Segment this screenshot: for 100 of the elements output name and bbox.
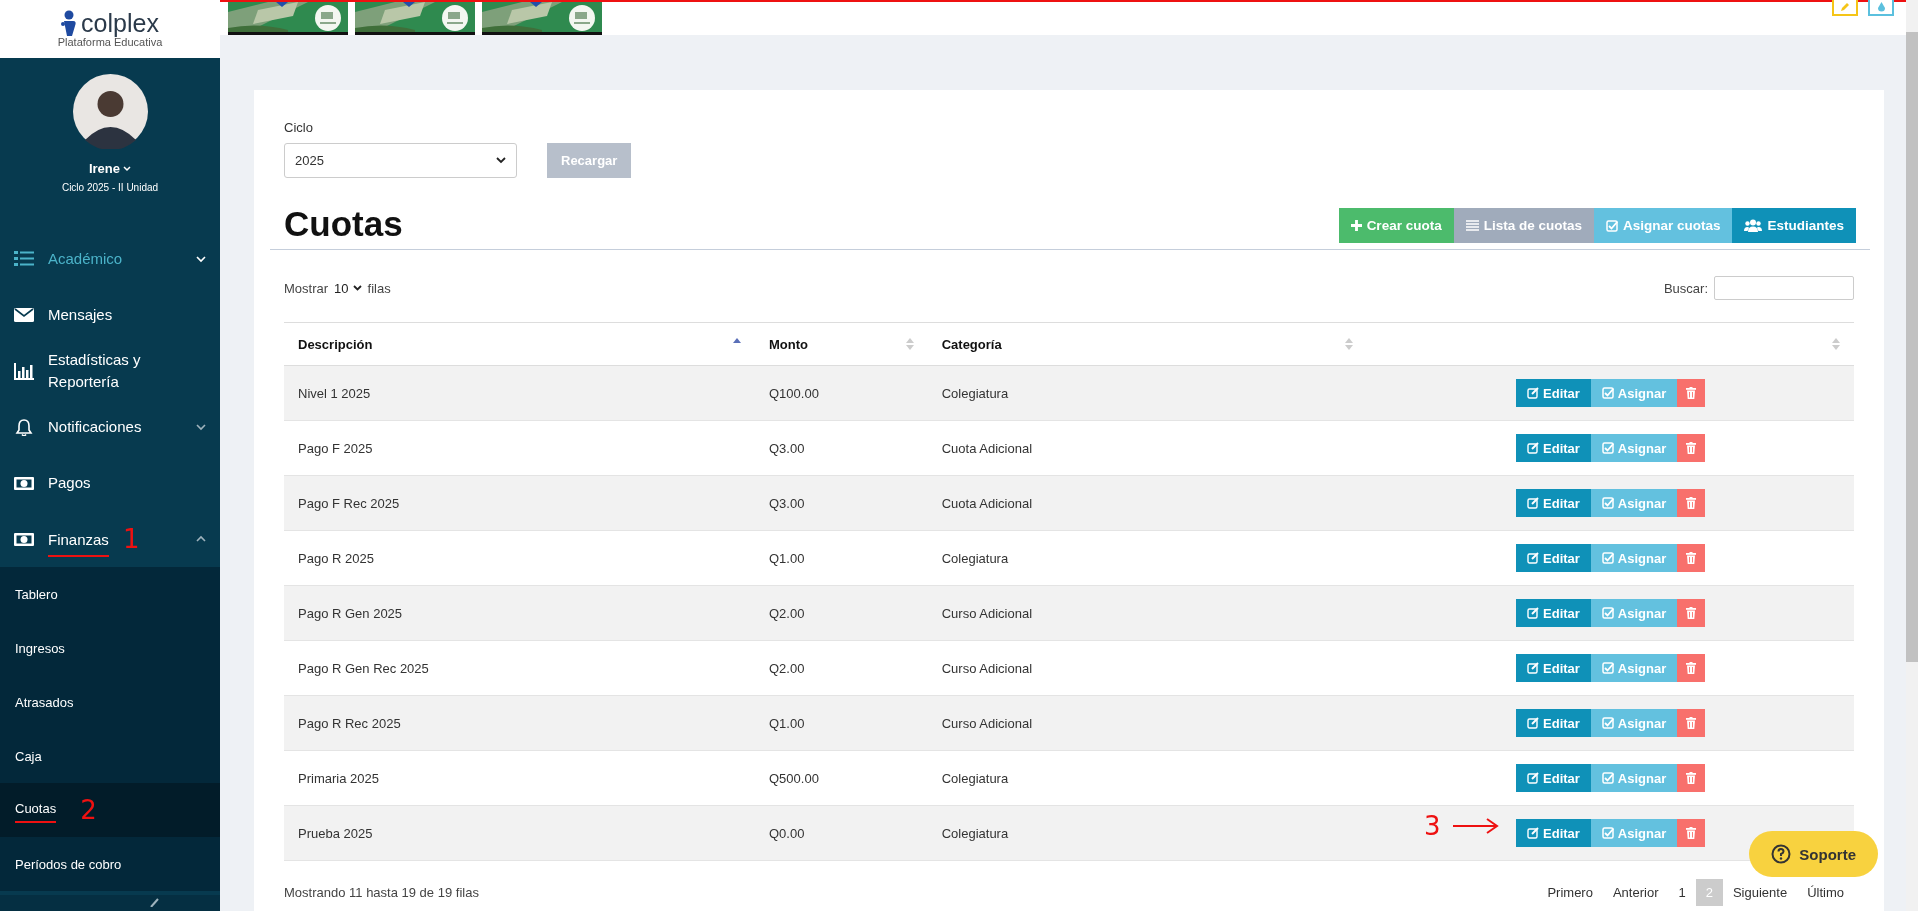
column-header[interactable]: Monto xyxy=(769,336,808,352)
edit-button[interactable]: Editar xyxy=(1516,654,1591,682)
submenu-item[interactable]: Atrasados xyxy=(0,675,220,729)
table-cell: Pago R 2025 xyxy=(298,550,374,566)
pencil-button[interactable] xyxy=(1832,0,1858,16)
cycle-label: Ciclo 2025 - II Unidad xyxy=(61,182,159,193)
page-size-select[interactable]: 10 xyxy=(334,280,362,296)
banknote-icon xyxy=(14,530,34,548)
table-cell: Q1.00 xyxy=(769,550,805,566)
delete-button[interactable] xyxy=(1677,434,1706,462)
page-link[interactable]: Primero xyxy=(1537,879,1603,906)
submenu-item[interactable]: Ingresos xyxy=(0,621,220,675)
checkbox-icon xyxy=(1601,827,1614,839)
bar-chart-icon xyxy=(14,362,34,380)
delete-button[interactable] xyxy=(1677,489,1706,517)
cycle-select[interactable]: 2025 xyxy=(284,143,517,178)
column-header[interactable]: Descripción xyxy=(298,336,373,352)
table-cell: Curso Adicional xyxy=(941,715,1032,731)
table-cell: Cuota Adicional xyxy=(941,495,1033,511)
action-button[interactable]: Estudiantes xyxy=(1732,208,1856,243)
edit-button[interactable]: Editar xyxy=(1516,599,1591,627)
sidebar-item[interactable]: Pagos xyxy=(0,455,220,511)
caret-up-icon[interactable] xyxy=(196,535,206,543)
page-link[interactable]: Siguiente xyxy=(1722,879,1798,906)
table-cell: Colegiatura xyxy=(941,550,1009,566)
support-button[interactable]: Soporte xyxy=(1749,831,1878,877)
table-cell: Curso Adicional xyxy=(941,605,1032,621)
delete-button[interactable] xyxy=(1677,599,1706,627)
trash-icon xyxy=(1686,607,1697,619)
logo-icon xyxy=(61,10,78,36)
delete-button[interactable] xyxy=(1677,819,1706,847)
sidebar-item[interactable]: Notificaciones xyxy=(0,399,220,455)
delete-button[interactable] xyxy=(1677,654,1706,682)
delete-button[interactable] xyxy=(1677,379,1706,407)
checkbox-icon xyxy=(1601,662,1614,674)
delete-button[interactable] xyxy=(1677,764,1706,792)
edit-button[interactable]: Editar xyxy=(1516,819,1591,847)
trash-icon xyxy=(1686,552,1697,564)
page-link[interactable]: Último xyxy=(1797,879,1854,906)
bell-icon xyxy=(14,418,34,436)
table-cell: Pago R Gen 2025 xyxy=(298,605,403,621)
page-link[interactable]: 1 xyxy=(1668,879,1696,906)
edit-button[interactable]: Editar xyxy=(1516,434,1591,462)
sidebar-item[interactable]: Mensajes xyxy=(0,287,220,343)
table-cell: Nivel 1 2025 xyxy=(298,385,371,401)
edit-button[interactable]: Editar xyxy=(1516,544,1591,572)
scrollbar[interactable] xyxy=(1906,0,1918,911)
sidebar-item[interactable]: Estadísticas y Reportería xyxy=(0,343,220,399)
table-cell: Primaria 2025 xyxy=(298,770,379,786)
list-icon xyxy=(1465,220,1479,231)
plus-icon xyxy=(1350,220,1362,231)
checkbox-icon xyxy=(1601,442,1614,454)
annotation-number: 3 xyxy=(1424,811,1441,841)
table-cell: Q3.00 xyxy=(769,495,805,511)
checkbox-icon xyxy=(1601,772,1614,784)
table-cell: Curso Adicional xyxy=(941,660,1032,676)
table-cell: Cuota Adicional xyxy=(941,440,1033,456)
edit-icon xyxy=(1527,772,1539,784)
edit-icon xyxy=(1527,607,1539,619)
sidebar-item[interactable]: Académico xyxy=(0,231,220,287)
edit-button[interactable]: Editar xyxy=(1516,379,1591,407)
annotation-arrow xyxy=(1452,818,1499,834)
edit-icon xyxy=(1527,827,1539,839)
user-name[interactable]: Irene xyxy=(88,161,132,176)
submenu-item[interactable]: Cuotas 2 xyxy=(0,783,220,837)
annotation-number: 2 xyxy=(80,795,97,825)
edit-icon xyxy=(1527,662,1539,674)
edit-button[interactable]: Editar xyxy=(1516,764,1591,792)
list-icon xyxy=(14,250,34,268)
field-label: Ciclo xyxy=(284,120,314,135)
drop-icon xyxy=(1876,2,1886,12)
search-field[interactable] xyxy=(1714,276,1854,300)
trash-icon xyxy=(1686,827,1697,839)
submenu-item[interactable]: Caja xyxy=(0,729,220,783)
trash-icon xyxy=(1686,717,1697,729)
delete-button[interactable] xyxy=(1677,544,1706,572)
table-cell: Q100.00 xyxy=(769,385,819,401)
pencil-icon xyxy=(1840,2,1850,12)
drop-button[interactable] xyxy=(1868,0,1894,16)
column-header[interactable]: Categoría xyxy=(941,336,1002,352)
sidebar-item[interactable]: Finanzas 1 xyxy=(0,511,220,567)
table-cell: Colegiatura xyxy=(941,825,1009,841)
search-label: Buscar: xyxy=(1663,280,1708,296)
caret-down-icon[interactable] xyxy=(196,423,206,431)
page-link[interactable]: Anterior xyxy=(1602,879,1669,906)
table-cell: Q500.00 xyxy=(769,770,819,786)
edit-icon xyxy=(1527,442,1539,454)
page-title: Cuotas xyxy=(284,206,403,243)
submenu-item[interactable]: Tablero xyxy=(0,567,220,621)
checkbox-icon xyxy=(1601,497,1614,509)
submenu-item[interactable]: Períodos de cobro xyxy=(0,837,220,891)
users-icon xyxy=(1744,219,1763,232)
trash-icon xyxy=(1686,772,1697,784)
checkbox-icon xyxy=(1601,387,1614,399)
caret-down-icon xyxy=(496,157,506,164)
edit-button[interactable]: Editar xyxy=(1516,709,1591,737)
delete-button[interactable] xyxy=(1677,709,1706,737)
edit-button[interactable]: Editar xyxy=(1516,489,1591,517)
checkbox-icon xyxy=(1601,607,1614,619)
table-cell: Pago F 2025 xyxy=(298,440,373,456)
